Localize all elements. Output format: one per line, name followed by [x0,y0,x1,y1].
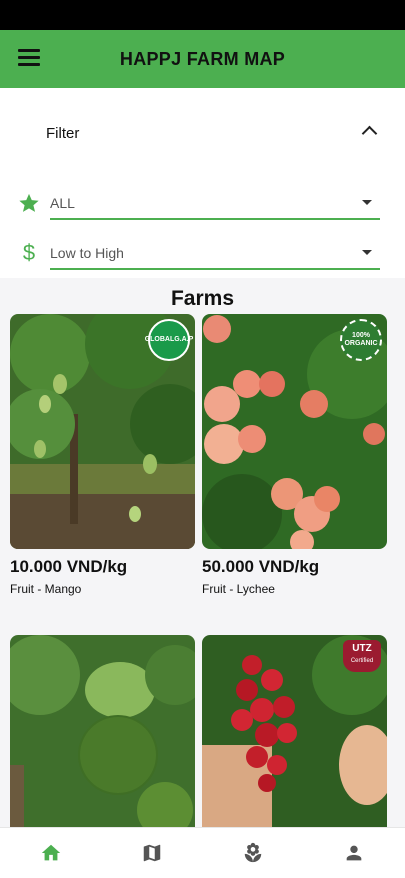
person-icon [347,845,362,861]
farm-price: 10.000 VND/kg [10,557,128,576]
farm-category: Fruit - Mango [10,582,82,596]
farm-card[interactable] [10,635,195,828]
nav-farm[interactable] [233,833,273,873]
rating-select[interactable]: ALL [50,188,380,220]
filter-panel: Filter ALL $ Low to High [0,88,405,278]
farm-image-mango: GLOBALG.A.P [10,314,195,549]
farm-image-orange [10,635,195,828]
nav-map[interactable] [132,833,172,873]
map-icon [143,844,161,862]
dropdown-arrow-icon [362,200,372,205]
nav-home[interactable] [31,833,71,873]
farm-image-lychee: 100% ORGANIC [202,314,387,549]
farm-price: 50.000 VND/kg [202,557,320,576]
dropdown-arrow-icon [362,250,372,255]
app-title: HAPPJ FARM MAP [119,49,286,69]
filter-label: Filter [46,125,80,142]
home-icon [41,844,60,861]
price-sort-select[interactable]: Low to High [50,238,380,270]
bottom-nav [0,827,405,878]
price-filter-row: $ Low to High [0,238,405,278]
farm-card[interactable]: GLOBALG.A.P 10.000 VND/kg Fruit - Mango [10,314,195,596]
status-bar [0,0,405,30]
price-select-value: Low to High [50,245,124,261]
app-bar: HAPPJ FARM MAP [0,30,405,88]
nav-profile[interactable] [334,833,374,873]
farms-heading: Farms [170,287,235,310]
plant-icon [244,842,262,863]
farm-image-rambutan: UTZ Certified [202,635,387,828]
farm-card[interactable]: 100% ORGANIC 50.000 VND/kg Fruit - Lyche… [202,314,387,596]
farm-category: Fruit - Lychee [202,582,275,596]
rating-filter-row: ALL [0,188,405,228]
organic-badge-icon: 100% ORGANIC [340,319,382,361]
star-icon [18,192,40,214]
utz-badge-icon: UTZ Certified [343,640,381,672]
chevron-up-icon[interactable] [361,125,378,142]
globalgap-badge-icon: GLOBALG.A.P [145,319,193,361]
farm-card[interactable]: UTZ Certified [202,635,387,828]
rating-select-value: ALL [50,195,75,211]
utz-badge-sub: Certified [350,658,374,664]
dollar-icon: $ [22,240,36,265]
utz-badge-label: UTZ [352,643,372,654]
